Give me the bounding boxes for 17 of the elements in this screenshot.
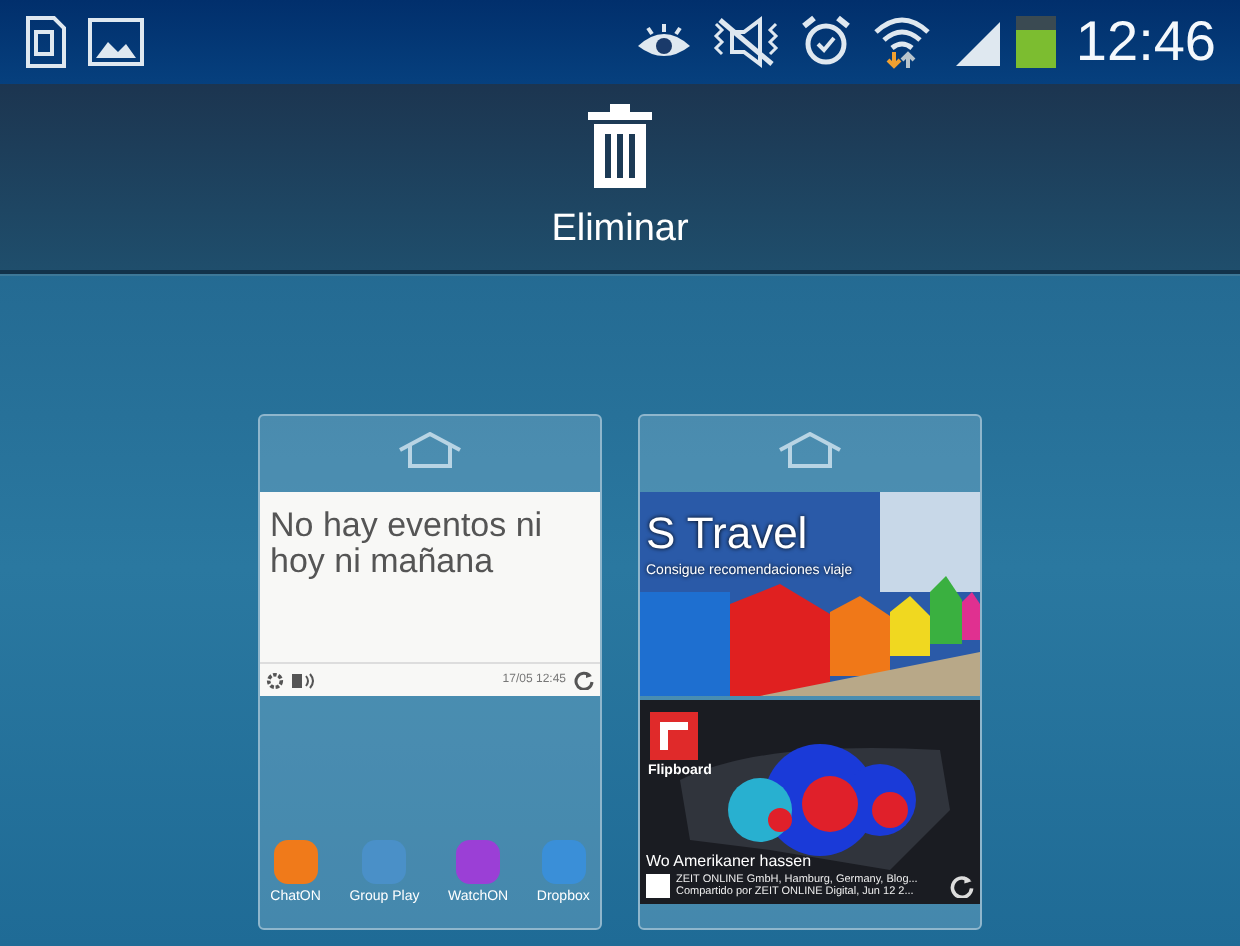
speaker-icon[interactable] <box>292 671 316 689</box>
widget-title: S Travel <box>646 508 808 560</box>
wifi-icon <box>871 14 932 70</box>
article-headline: Wo Amerikaner hassen <box>646 852 814 870</box>
refresh-icon[interactable] <box>574 670 594 690</box>
alarm-clock-icon <box>799 14 852 70</box>
eye-icon <box>635 22 692 62</box>
battery-icon <box>1015 16 1056 68</box>
settings-icon[interactable] <box>266 671 284 689</box>
clock: 12:46 <box>1075 10 1216 74</box>
trash-icon <box>588 103 652 187</box>
flipboard-logo-icon <box>650 712 698 760</box>
calendar-message: No hay eventos ni hoy ni mañana <box>268 504 545 584</box>
mute-vibrate-icon <box>711 16 780 68</box>
delete-button[interactable]: Eliminar <box>539 99 701 255</box>
sim-card-icon <box>24 16 68 68</box>
image-icon <box>88 16 144 68</box>
